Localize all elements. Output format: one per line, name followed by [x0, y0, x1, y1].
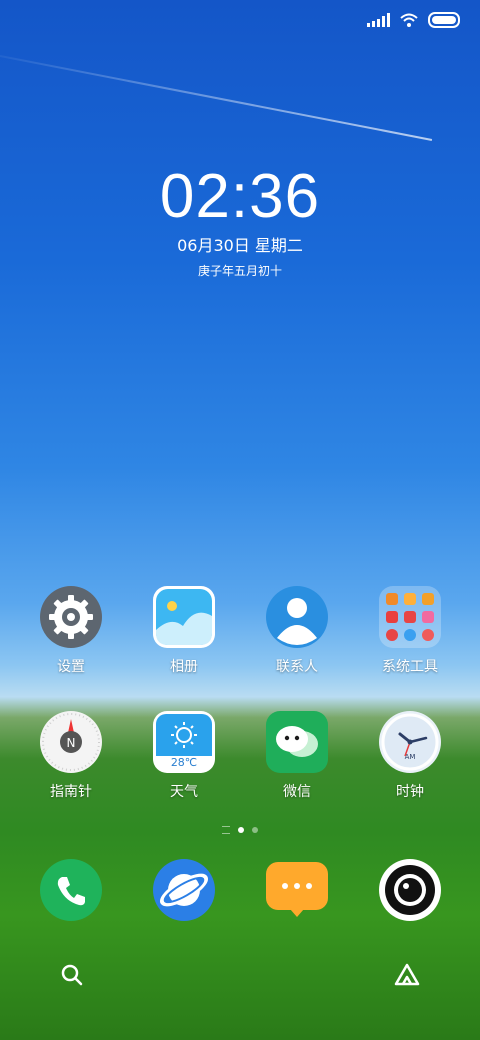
app-label: 设置 — [57, 659, 85, 675]
app-clock[interactable]: AM 时钟 — [360, 711, 460, 801]
clock-date: 06月30日 星期二 — [177, 236, 303, 255]
clock-icon: AM — [379, 711, 441, 773]
compass-icon: N — [40, 711, 102, 773]
battery-icon — [428, 12, 460, 28]
messages-icon — [266, 859, 328, 921]
app-label: 系统工具 — [382, 659, 438, 675]
app-label: 联系人 — [276, 659, 318, 675]
app-label: 指南针 — [50, 784, 92, 800]
app-compass[interactable]: N 指南针 — [21, 711, 121, 801]
dock-messages[interactable] — [247, 859, 347, 921]
svg-text:N: N — [67, 736, 76, 750]
dock-camera[interactable] — [360, 859, 460, 921]
assistant-button[interactable] — [392, 960, 422, 990]
app-label: 微信 — [283, 784, 311, 800]
assistant-icon — [394, 963, 420, 986]
gallery-icon — [153, 586, 215, 648]
app-label: 天气 — [170, 784, 198, 800]
status-bar — [367, 10, 460, 30]
wallpaper-streak — [0, 55, 433, 141]
signal-icon — [367, 13, 390, 27]
app-weather[interactable]: 28℃ 天气 — [134, 711, 234, 801]
folder-icon — [379, 586, 441, 648]
app-settings[interactable]: 设置 — [21, 586, 121, 676]
wifi-icon — [400, 13, 418, 27]
search-button[interactable] — [57, 960, 87, 990]
clock-time: 02:36 — [159, 162, 321, 231]
app-contacts[interactable]: 联系人 — [247, 586, 347, 676]
app-label: 相册 — [170, 659, 198, 675]
search-icon — [61, 964, 83, 986]
page-dot-active — [238, 827, 244, 833]
page-menu-icon — [222, 826, 230, 834]
dock-phone[interactable] — [21, 859, 121, 921]
app-label: 时钟 — [396, 784, 424, 800]
weather-icon: 28℃ — [153, 711, 215, 773]
wechat-icon — [266, 711, 328, 773]
dock-browser[interactable] — [134, 859, 234, 921]
page-dot — [252, 827, 258, 833]
browser-icon — [153, 859, 215, 921]
clock-am-label: AM — [404, 753, 416, 761]
contacts-icon — [266, 586, 328, 648]
app-gallery[interactable]: 相册 — [134, 586, 234, 676]
settings-icon — [40, 586, 102, 648]
clock-widget[interactable]: 02:36 06月30日 星期二 庚子年五月初十 — [0, 162, 480, 279]
phone-icon — [40, 859, 102, 921]
camera-icon — [379, 859, 441, 921]
app-folder-system-tools[interactable]: 系统工具 — [360, 586, 460, 676]
lunar-date: 庚子年五月初十 — [197, 264, 282, 278]
app-wechat[interactable]: 微信 — [247, 711, 347, 801]
page-indicator[interactable] — [0, 826, 480, 834]
weather-temp: 28℃ — [170, 756, 198, 769]
